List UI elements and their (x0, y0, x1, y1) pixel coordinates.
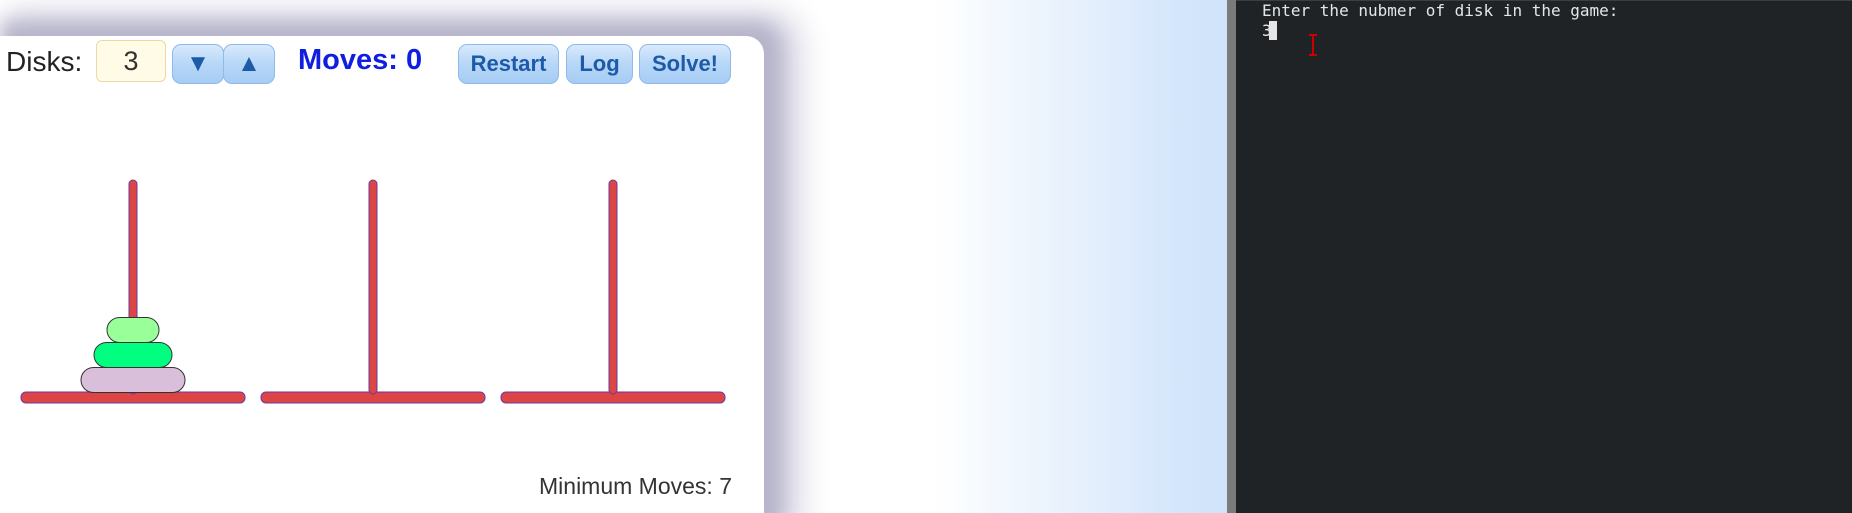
pane-divider[interactable] (1227, 0, 1236, 513)
disk-2 (93, 342, 173, 368)
peg-pole-2 (368, 179, 378, 395)
i-beam-cursor-icon (1309, 34, 1317, 56)
terminal-console[interactable]: Enter the nubmer of disk in the game: 3 (1236, 0, 1852, 513)
text-caret (1268, 21, 1277, 40)
minimum-moves-label: Minimum Moves: 7 (539, 473, 732, 499)
game-panel: Disks: 3 ▼ ▲ Moves: 0 Restart Log Solve!… (0, 36, 764, 513)
disk-3 (80, 367, 186, 393)
peg-pole-3 (608, 179, 618, 395)
game-pane: Disks: 3 ▼ ▲ Moves: 0 Restart Log Solve!… (0, 0, 1227, 513)
hanoi-board (20, 179, 726, 404)
terminal-input-line[interactable]: 3 (1262, 21, 1277, 41)
disk-1 (106, 317, 160, 343)
terminal-prompt: Enter the nubmer of disk in the game: (1262, 1, 1619, 20)
